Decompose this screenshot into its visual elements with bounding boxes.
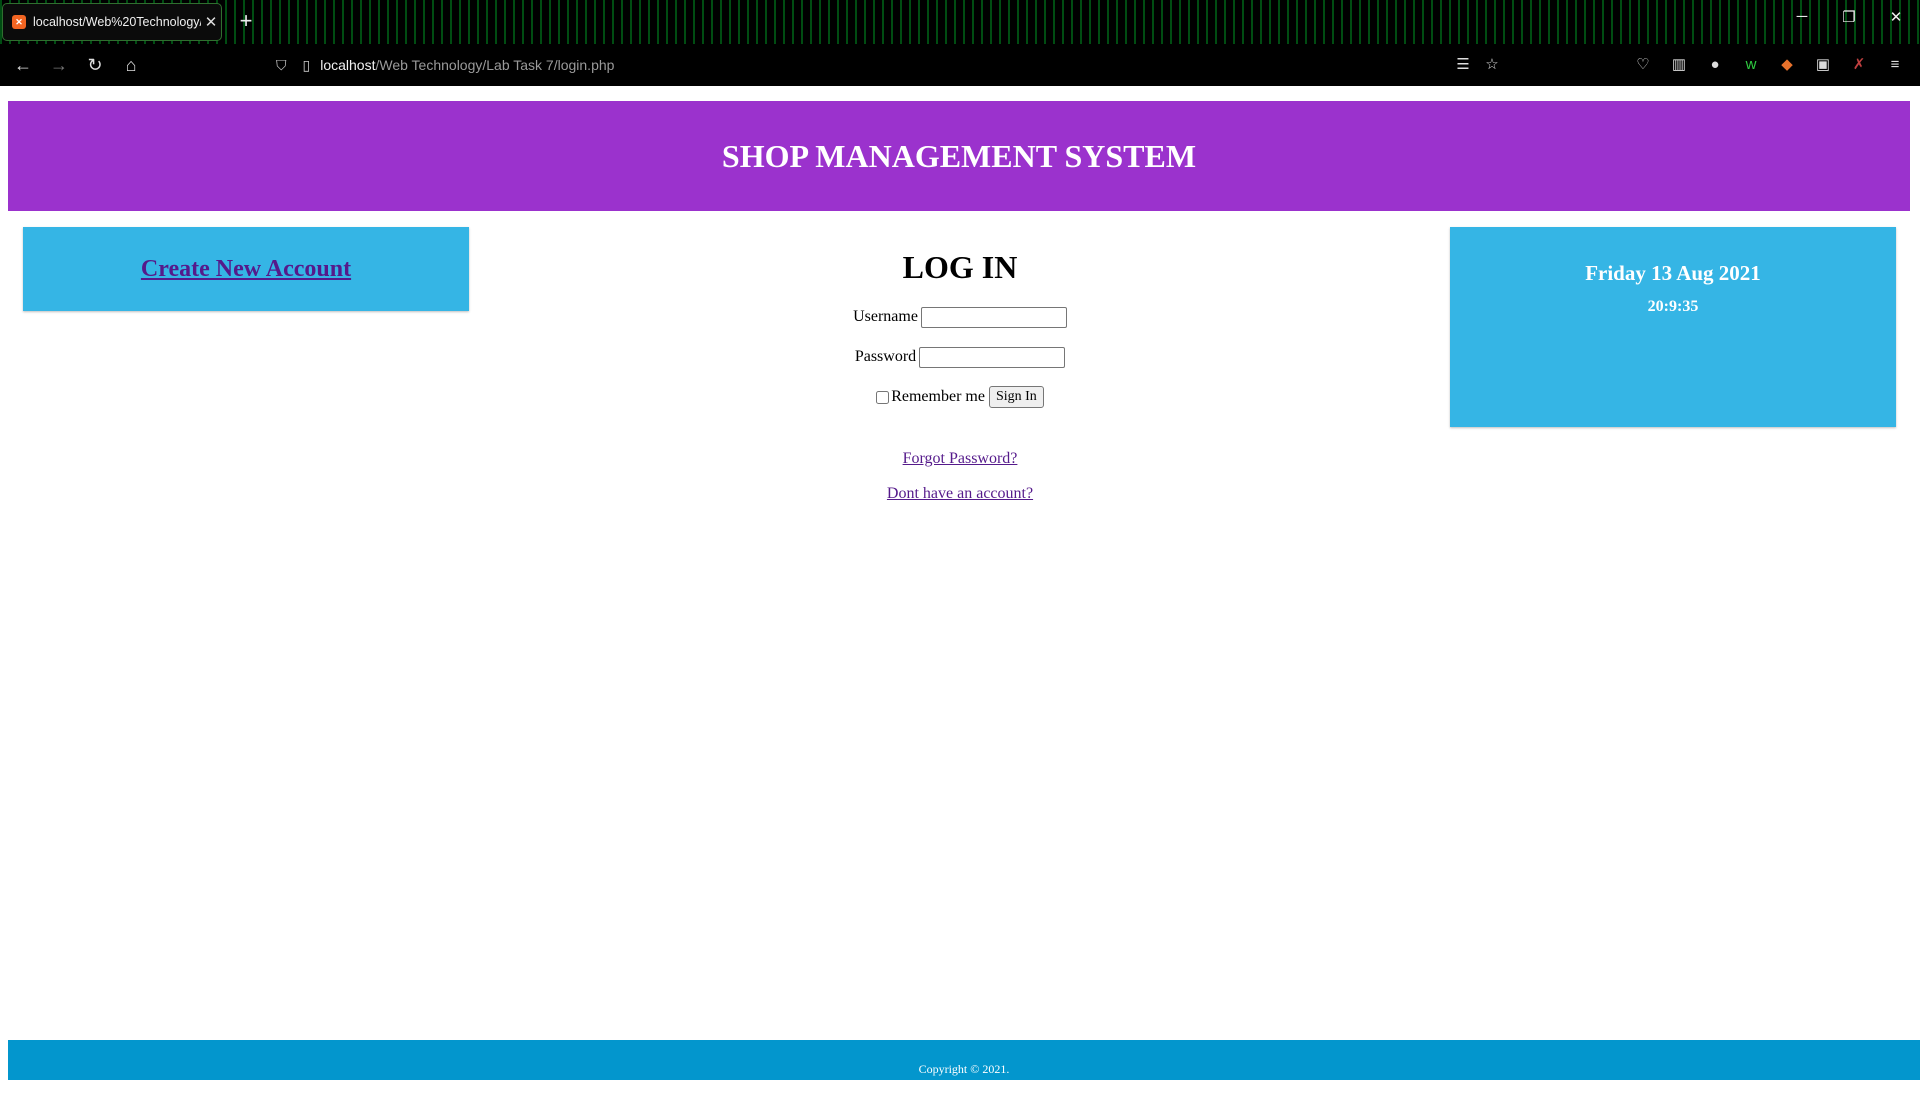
site-footer: Copyright © 2021. xyxy=(8,1040,1920,1080)
restore-icon[interactable]: ❐ xyxy=(1835,8,1863,26)
page-icon: ▯ xyxy=(302,56,311,73)
create-account-link[interactable]: Create New Account xyxy=(141,256,351,283)
remember-row: Remember me Sign In xyxy=(560,384,1360,410)
username-row: Username xyxy=(560,304,1360,330)
minimize-icon[interactable]: ─ xyxy=(1788,8,1816,25)
reload-icon[interactable]: ↻ xyxy=(83,53,107,77)
browser-titlebar: ✕ localhost/Web%20Technology/L ✕ + ─ ❐ ✕ xyxy=(0,0,1920,44)
username-input[interactable] xyxy=(920,306,1067,328)
extension-fox-icon[interactable]: ◆ xyxy=(1776,54,1798,76)
extension-tools-icon[interactable]: ✗ xyxy=(1848,54,1870,76)
browser-tab[interactable]: ✕ localhost/Web%20Technology/L ✕ xyxy=(2,3,222,41)
sidebar-icon[interactable]: ▥ xyxy=(1668,54,1690,76)
extension-w-icon[interactable]: w xyxy=(1740,54,1762,76)
copyright-text: Copyright © 2021. xyxy=(918,1062,1010,1076)
login-heading: LOG IN xyxy=(902,249,1018,285)
url-path: /Web Technology/Lab Task 7/login.php xyxy=(375,57,615,73)
pocket-icon[interactable]: ♡ xyxy=(1632,54,1654,76)
signup-link[interactable]: Dont have an account? xyxy=(887,485,1033,503)
browser-navbar: ← → ↻ ⌂ ⛉ ▯ localhost/Web Technology/Lab… xyxy=(0,44,1920,86)
current-time: 20:9:35 xyxy=(1647,298,1699,315)
create-account-panel: Create New Account xyxy=(23,227,469,311)
password-input[interactable] xyxy=(919,346,1066,368)
sign-in-button[interactable]: Sign In xyxy=(988,386,1044,408)
forgot-password-link[interactable]: Forgot Password? xyxy=(903,450,1018,468)
remember-me-checkbox[interactable] xyxy=(876,390,890,404)
home-icon[interactable]: ⌂ xyxy=(119,53,143,77)
password-row: Password xyxy=(560,344,1360,370)
address-bar[interactable]: ⛉ ▯ localhost/Web Technology/Lab Task 7/… xyxy=(276,50,614,80)
remember-me-label: Remember me xyxy=(891,388,985,405)
url-host: localhost xyxy=(320,57,376,73)
site-header: SHOP MANAGEMENT SYSTEM xyxy=(8,101,1910,211)
password-label: Password xyxy=(854,348,917,365)
tab-close-icon[interactable]: ✕ xyxy=(201,13,221,31)
extension-s-icon[interactable]: ● xyxy=(1704,54,1726,76)
extension-glasses-icon[interactable]: ▣ xyxy=(1812,54,1834,76)
login-links: Forgot Password? Dont have an account? xyxy=(560,450,1360,503)
login-form: LOG IN Username Password Remember me Sig… xyxy=(560,242,1360,503)
bookmark-star-icon[interactable]: ☆ xyxy=(1481,54,1503,76)
forward-icon[interactable]: → xyxy=(47,53,71,77)
current-date: Friday 13 Aug 2021 xyxy=(1585,261,1761,285)
back-icon[interactable]: ← xyxy=(11,53,35,77)
menu-icon[interactable]: ≡ xyxy=(1884,54,1906,76)
datetime-panel: Friday 13 Aug 2021 20:9:35 xyxy=(1450,227,1896,427)
window-close-icon[interactable]: ✕ xyxy=(1882,8,1910,26)
reader-view-icon[interactable]: ☰ xyxy=(1452,54,1474,76)
shield-icon: ⛉ xyxy=(276,56,287,73)
username-label: Username xyxy=(853,308,918,325)
xampp-favicon-icon: ✕ xyxy=(12,15,26,29)
tab-title: localhost/Web%20Technology/L xyxy=(33,15,201,29)
new-tab-button[interactable]: + xyxy=(234,9,258,33)
site-title: SHOP MANAGEMENT SYSTEM xyxy=(721,137,1197,174)
